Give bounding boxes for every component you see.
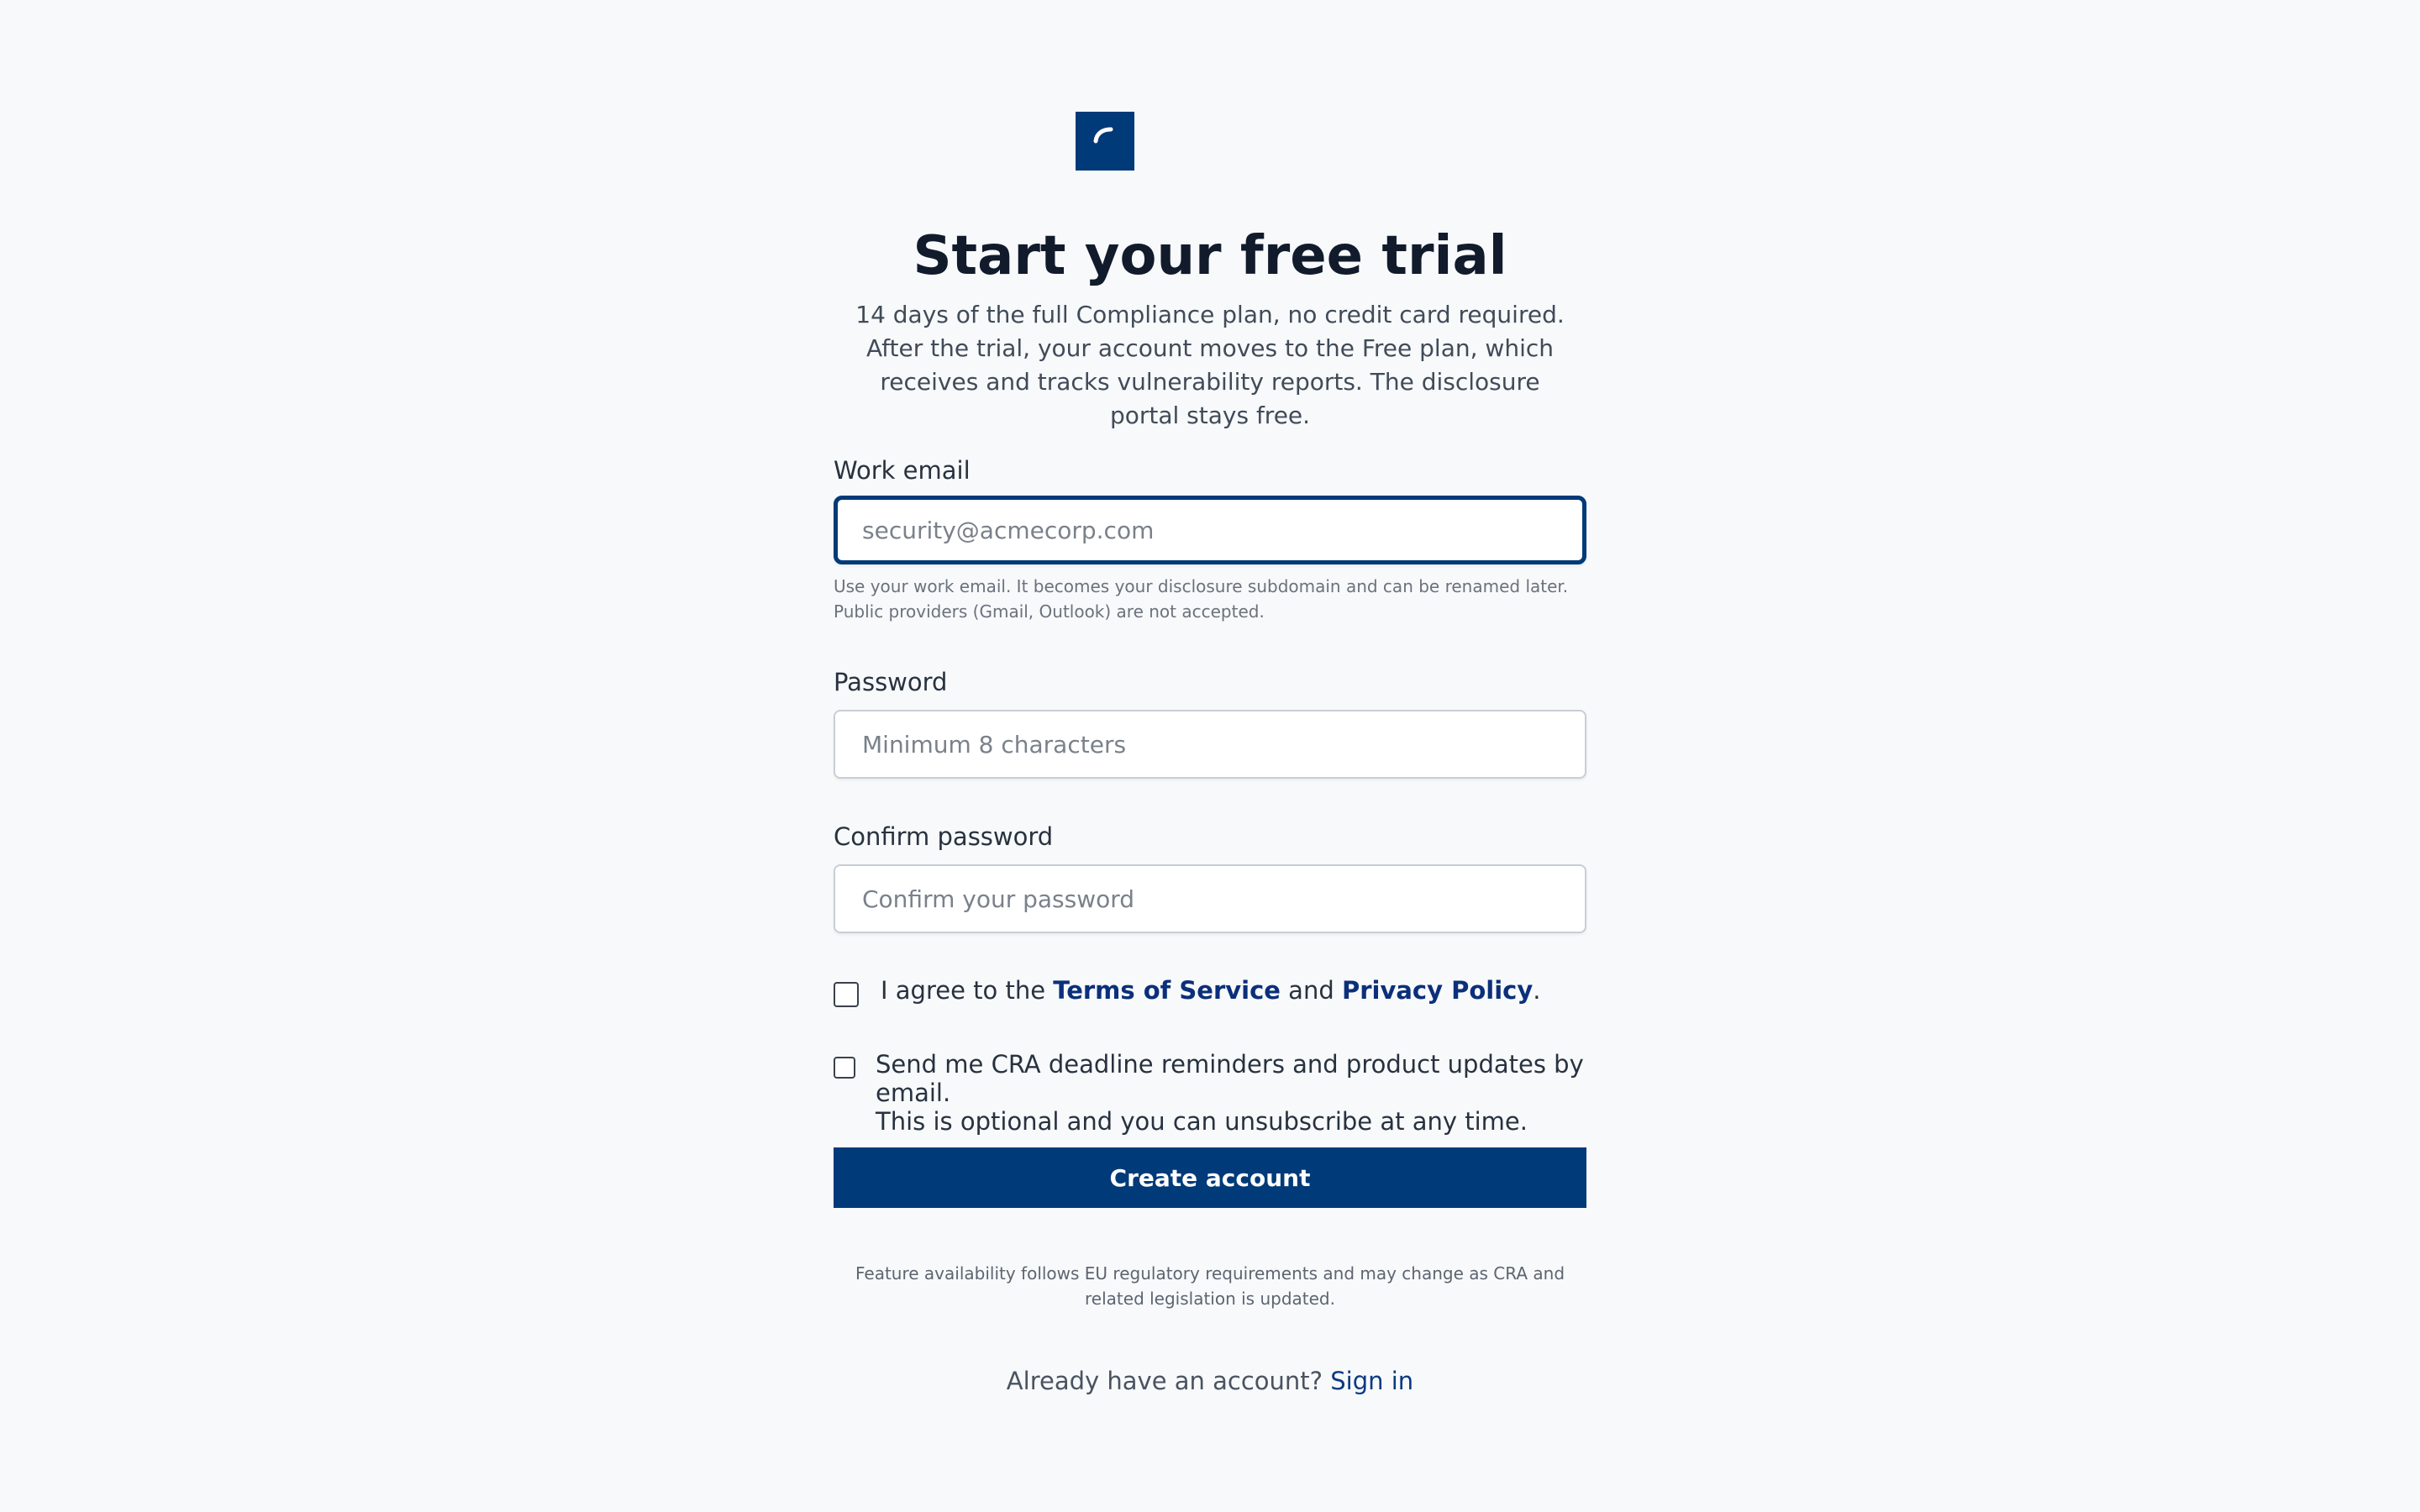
marketing-text-line-2: This is optional and you can unsubscribe… (876, 1107, 1528, 1136)
create-account-button[interactable]: Create account (834, 1147, 1586, 1208)
email-hint: Use your work email. It becomes your dis… (834, 576, 1569, 622)
terms-text: I agree to the Terms of Service and Priv… (881, 976, 1541, 1005)
privacy-policy-link[interactable]: Privacy Policy (1342, 976, 1533, 1005)
logo-glyph-icon (1093, 127, 1113, 144)
signin-prompt: Already have an account? (1006, 1367, 1323, 1395)
email-input[interactable] (834, 496, 1586, 564)
confirm-password-label: Confirm password (834, 822, 1054, 851)
terms-checkbox[interactable] (834, 982, 859, 1007)
regulatory-footnote: Feature availability follows EU regulato… (855, 1263, 1565, 1309)
marketing-checkbox[interactable] (834, 1057, 855, 1079)
page-subtitle: 14 days of the full Compliance plan, no … (855, 301, 1565, 429)
page-title: Start your free trial (913, 225, 1507, 287)
marketing-text-line-1: Send me CRA deadline reminders and produ… (876, 1050, 1584, 1107)
password-label: Password (834, 668, 948, 696)
confirm-password-input[interactable] (834, 864, 1586, 933)
terms-middle: and (1280, 976, 1342, 1005)
marketing-row: Send me CRA deadline reminders and produ… (834, 1050, 1586, 1136)
marketing-text: Send me CRA deadline reminders and produ… (876, 1050, 1586, 1136)
terms-of-service-link[interactable]: Terms of Service (1053, 976, 1281, 1005)
terms-prefix: I agree to the (881, 976, 1054, 1005)
signin-prompt-row: Already have an account? Sign in (834, 1364, 1586, 1398)
terms-suffix: . (1533, 976, 1541, 1005)
email-label: Work email (834, 456, 971, 485)
sign-in-link[interactable]: Sign in (1330, 1367, 1413, 1395)
brand-logo-icon (1076, 112, 1134, 171)
password-input[interactable] (834, 710, 1586, 779)
terms-row: I agree to the Terms of Service and Priv… (834, 976, 1586, 1007)
